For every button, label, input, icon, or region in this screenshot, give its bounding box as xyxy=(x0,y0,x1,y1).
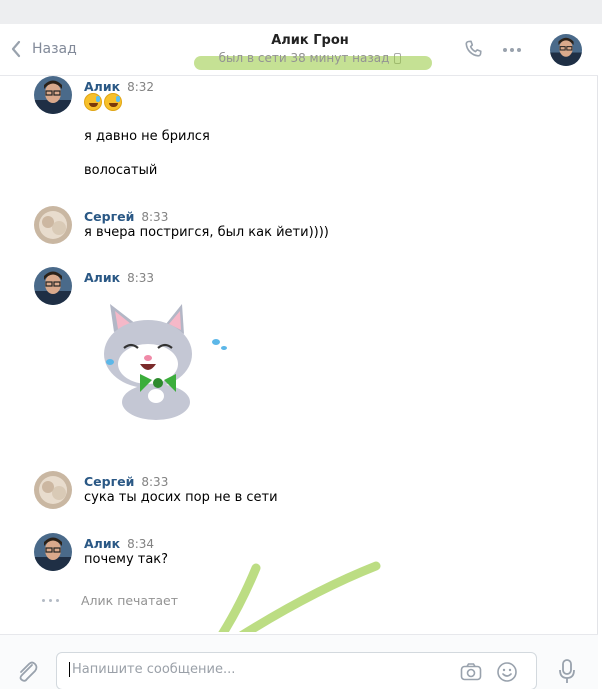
laughing-cat-sticker[interactable] xyxy=(96,302,236,422)
message-meta: Сергей 8:33 xyxy=(84,206,168,225)
camera-icon[interactable] xyxy=(460,662,482,682)
avatar-icon xyxy=(550,34,582,66)
avatar[interactable] xyxy=(34,471,72,509)
message-time: 8:34 xyxy=(127,537,155,551)
message-feed: Алик 8:32 я давно не брился волосатый Сер… xyxy=(0,76,598,632)
typing-indicator: Алик печатает xyxy=(42,593,178,608)
message-text: я вчера постригся, был как йети)))) xyxy=(84,225,329,240)
phone-icon[interactable] xyxy=(462,38,486,62)
message-text: я давно не брился xyxy=(84,129,210,144)
message-text: волосатый xyxy=(84,163,158,178)
more-dots-icon[interactable] xyxy=(503,48,527,52)
smile-icon[interactable] xyxy=(496,661,518,683)
author-name[interactable]: Алик xyxy=(84,536,120,551)
typing-dots-icon xyxy=(42,599,59,602)
chat-title-block[interactable]: Алик Грон был в сети 38 минут назад xyxy=(150,33,470,70)
back-button[interactable]: Назад xyxy=(10,40,77,58)
author-name[interactable]: Сергей xyxy=(84,209,134,224)
message-composer xyxy=(0,634,598,689)
microphone-icon[interactable] xyxy=(558,659,576,685)
avatar[interactable] xyxy=(34,206,72,244)
paperclip-icon[interactable] xyxy=(14,659,40,685)
chat-window: Назад Алик Грон был в сети 38 минут наза… xyxy=(0,24,598,689)
online-status: был в сети 38 минут назад xyxy=(150,51,470,70)
back-label: Назад xyxy=(32,41,77,57)
grinning-sweat-emoji xyxy=(84,93,102,111)
message-meta: Алик 8:33 xyxy=(84,267,154,286)
message-time: 8:33 xyxy=(141,210,169,224)
message-text: сука ты досих пор не в сети xyxy=(84,490,278,505)
top-strip xyxy=(0,0,602,24)
message-time: 8:32 xyxy=(127,80,155,94)
avatar[interactable] xyxy=(34,267,72,305)
grinning-sweat-emoji xyxy=(104,93,122,111)
message-time: 8:33 xyxy=(127,271,155,285)
status-text: был в сети 38 минут назад xyxy=(218,51,390,65)
avatar[interactable] xyxy=(550,34,582,66)
chat-header: Назад Алик Грон был в сети 38 минут наза… xyxy=(0,24,598,76)
author-name[interactable]: Сергей xyxy=(84,474,134,489)
typing-text: Алик печатает xyxy=(81,593,179,608)
emoji-row xyxy=(84,93,122,111)
message-meta: Сергей 8:33 xyxy=(84,471,168,490)
author-name[interactable]: Алик xyxy=(84,270,120,285)
message-text: почему так? xyxy=(84,552,169,567)
message-input-box[interactable] xyxy=(56,652,537,689)
avatar[interactable] xyxy=(34,76,72,114)
back-chevron-icon xyxy=(11,40,21,58)
message-time: 8:33 xyxy=(141,475,169,489)
avatar[interactable] xyxy=(34,533,72,571)
author-name[interactable]: Алик xyxy=(84,79,120,94)
message-meta: Алик 8:34 xyxy=(84,533,154,552)
arrow-scribble xyxy=(218,561,381,632)
chat-title: Алик Грон xyxy=(271,33,349,48)
message-input[interactable] xyxy=(69,662,439,677)
